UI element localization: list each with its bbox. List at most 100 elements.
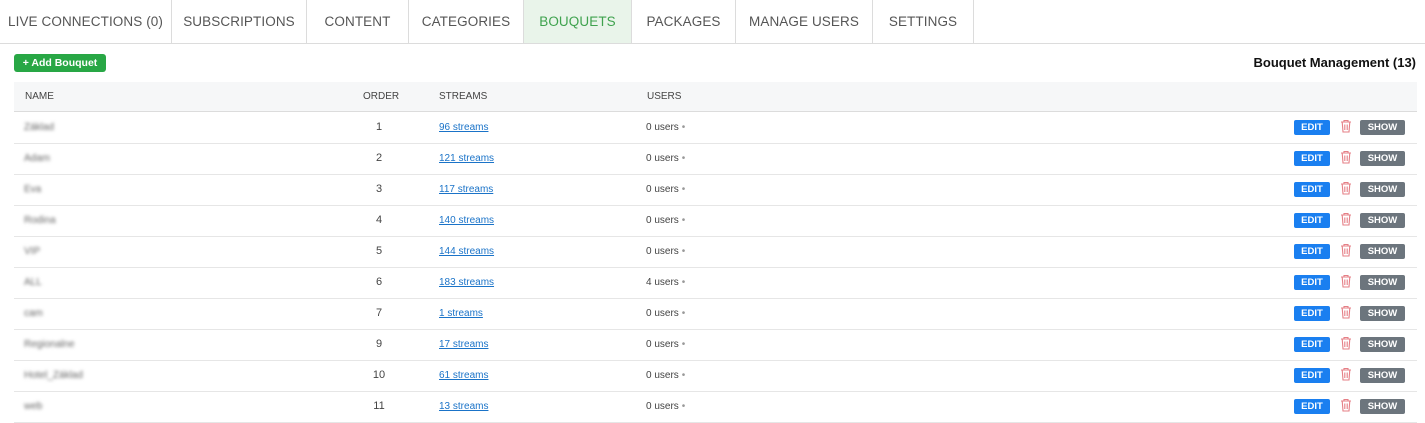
trash-icon[interactable]	[1340, 150, 1352, 164]
edit-button[interactable]: EDIT	[1294, 151, 1330, 166]
show-button[interactable]: SHOW	[1360, 368, 1405, 383]
streams-link[interactable]: 61 streams	[439, 360, 488, 391]
trash-icon[interactable]	[1340, 212, 1352, 226]
show-button[interactable]: SHOW	[1360, 306, 1405, 321]
users-count: 0 users •	[646, 205, 685, 236]
show-button[interactable]: SHOW	[1360, 275, 1405, 290]
edit-button[interactable]: EDIT	[1294, 120, 1330, 135]
trash-icon[interactable]	[1340, 398, 1352, 412]
streams-link[interactable]: 17 streams	[439, 329, 488, 360]
table-row: web 11 13 streams 0 users • EDIT SHOW	[14, 391, 1417, 423]
trash-icon[interactable]	[1340, 367, 1352, 381]
streams-link[interactable]: 117 streams	[439, 174, 493, 205]
streams-link[interactable]: 140 streams	[439, 205, 494, 236]
top-nav: LIVE CONNECTIONS (0) SUBSCRIPTIONS CONTE…	[0, 0, 1425, 44]
table-row: Základ 1 96 streams 0 users • EDIT SHOW	[14, 112, 1417, 144]
bouquet-order: 5	[375, 245, 383, 257]
edit-button[interactable]: EDIT	[1294, 213, 1330, 228]
trash-icon[interactable]	[1340, 243, 1352, 257]
edit-button[interactable]: EDIT	[1294, 182, 1330, 197]
users-count: 4 users •	[646, 267, 685, 298]
bouquet-order: 7	[375, 307, 383, 319]
users-count-text: 0 users	[646, 184, 679, 195]
trash-icon[interactable]	[1340, 181, 1352, 195]
users-count-text: 0 users	[646, 401, 679, 412]
users-dot: •	[681, 153, 686, 164]
edit-button[interactable]: EDIT	[1294, 306, 1330, 321]
page-title: Bouquet Management (13)	[1253, 55, 1416, 70]
streams-link[interactable]: 183 streams	[439, 267, 494, 298]
bouquet-name: Regionalne	[24, 339, 75, 350]
table-row: cam 7 1 streams 0 users • EDIT SHOW	[14, 298, 1417, 330]
streams-link[interactable]: 1 streams	[439, 298, 483, 329]
users-count: 0 users •	[646, 360, 685, 391]
users-count-text: 0 users	[646, 215, 679, 226]
edit-button[interactable]: EDIT	[1294, 337, 1330, 352]
show-button[interactable]: SHOW	[1360, 151, 1405, 166]
show-button[interactable]: SHOW	[1360, 120, 1405, 135]
tab-bouquets[interactable]: BOUQUETS	[524, 0, 632, 43]
bouquet-name: Rodina	[24, 215, 56, 226]
edit-button[interactable]: EDIT	[1294, 244, 1330, 259]
table-row: Regionalne 9 17 streams 0 users • EDIT SH…	[14, 329, 1417, 361]
edit-button[interactable]: EDIT	[1294, 399, 1330, 414]
users-dot: •	[681, 246, 686, 257]
show-button[interactable]: SHOW	[1360, 399, 1405, 414]
bouquet-name: web	[24, 401, 43, 412]
show-button[interactable]: SHOW	[1360, 337, 1405, 352]
streams-link[interactable]: 96 streams	[439, 112, 488, 143]
bouquet-order: 9	[375, 338, 383, 350]
streams-link[interactable]: 121 streams	[439, 143, 494, 174]
bouquet-name: ALL	[24, 277, 42, 288]
bouquet-order: 6	[375, 276, 383, 288]
show-button[interactable]: SHOW	[1360, 213, 1405, 228]
bouquet-name: cam	[24, 308, 43, 319]
users-count-text: 0 users	[646, 370, 679, 381]
users-dot: •	[681, 122, 686, 133]
table-row: ALL 6 183 streams 4 users • EDIT SHOW	[14, 267, 1417, 299]
users-count: 0 users •	[646, 143, 685, 174]
table-header: NAME ORDER STREAMS USERS	[14, 82, 1417, 112]
users-dot: •	[681, 339, 686, 350]
column-header-users: USERS	[647, 91, 682, 102]
tab-manage-users[interactable]: MANAGE USERS	[736, 0, 873, 43]
users-dot: •	[681, 370, 686, 381]
show-button[interactable]: SHOW	[1360, 244, 1405, 259]
tab-subscriptions[interactable]: SUBSCRIPTIONS	[172, 0, 307, 43]
column-header-order: ORDER	[363, 91, 400, 102]
bouquet-order: 10	[372, 369, 386, 381]
users-dot: •	[681, 401, 686, 412]
add-bouquet-button[interactable]: + Add Bouquet	[14, 54, 106, 72]
tab-settings[interactable]: SETTINGS	[873, 0, 974, 43]
streams-link[interactable]: 13 streams	[439, 391, 488, 422]
users-dot: •	[681, 215, 686, 226]
users-dot: •	[681, 308, 686, 319]
bouquet-order: 1	[375, 121, 383, 133]
bouquet-order: 4	[375, 214, 383, 226]
tab-live-connections[interactable]: LIVE CONNECTIONS (0)	[0, 0, 172, 43]
users-count: 0 users •	[646, 329, 685, 360]
users-count-text: 0 users	[646, 246, 679, 257]
tab-content[interactable]: CONTENT	[307, 0, 409, 43]
users-count: 0 users •	[646, 298, 685, 329]
users-dot: •	[681, 277, 686, 288]
users-count-text: 0 users	[646, 339, 679, 350]
trash-icon[interactable]	[1340, 119, 1352, 133]
users-count-text: 4 users	[646, 277, 679, 288]
users-count: 0 users •	[646, 174, 685, 205]
trash-icon[interactable]	[1340, 274, 1352, 288]
streams-link[interactable]: 144 streams	[439, 236, 494, 267]
users-count: 0 users •	[646, 391, 685, 422]
table-row: Hotel_Základ 10 61 streams 0 users • EDIT…	[14, 360, 1417, 392]
table-row: VIP 5 144 streams 0 users • EDIT SHOW	[14, 236, 1417, 268]
trash-icon[interactable]	[1340, 336, 1352, 350]
edit-button[interactable]: EDIT	[1294, 275, 1330, 290]
edit-button[interactable]: EDIT	[1294, 368, 1330, 383]
table-row: Adam 2 121 streams 0 users • EDIT SHOW	[14, 143, 1417, 175]
show-button[interactable]: SHOW	[1360, 182, 1405, 197]
bouquet-order: 2	[375, 152, 383, 164]
bouquet-order: 11	[373, 400, 385, 412]
trash-icon[interactable]	[1340, 305, 1352, 319]
tab-categories[interactable]: CATEGORIES	[409, 0, 524, 43]
tab-packages[interactable]: PACKAGES	[632, 0, 736, 43]
